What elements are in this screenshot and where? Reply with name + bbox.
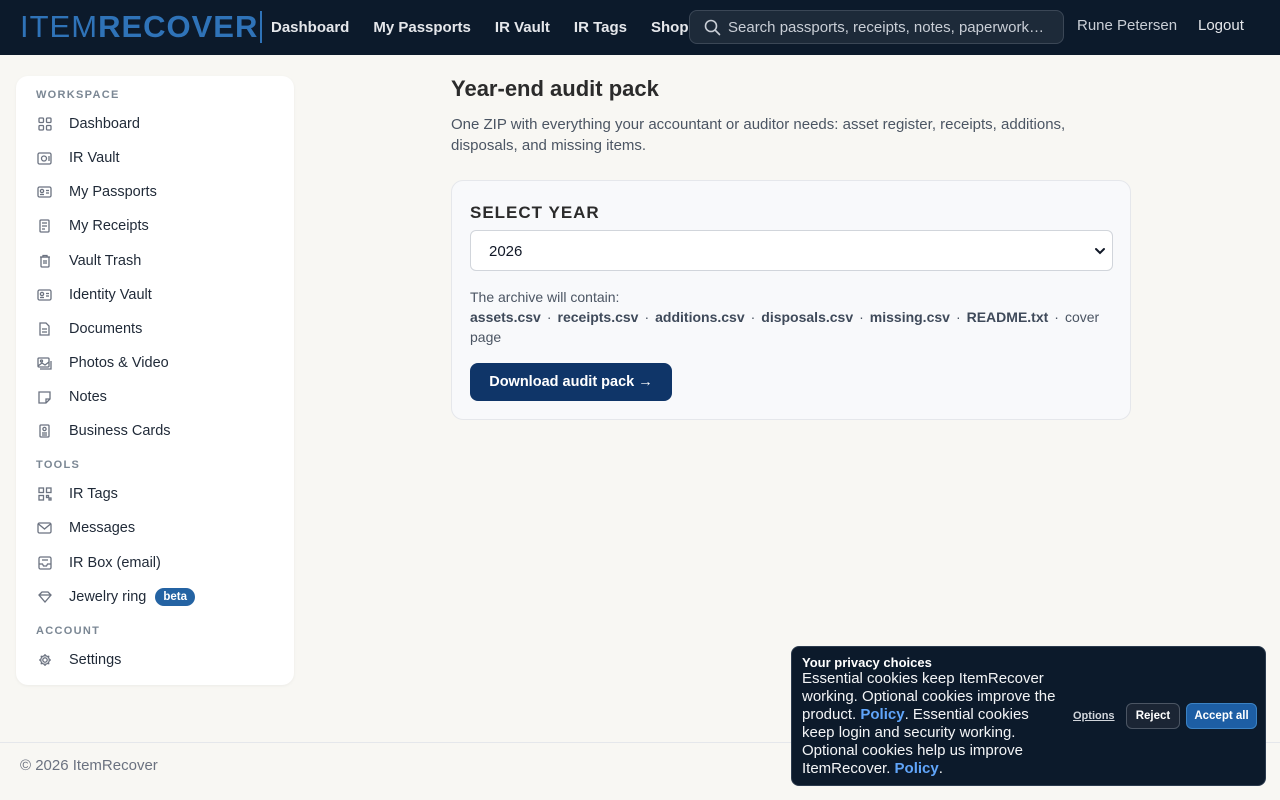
search-icon [704, 19, 721, 36]
file-name: assets.csv [470, 309, 541, 325]
trash-icon [36, 253, 53, 270]
logo-text-recover: RECOVER [98, 9, 259, 44]
sidebar-item-label: Identity Vault [69, 287, 152, 303]
cookie-banner: Your privacy choices Essential cookies k… [791, 646, 1266, 786]
diamond-icon [36, 589, 53, 606]
download-audit-pack-button[interactable]: Download audit pack → [470, 363, 672, 401]
section-label-account: ACCOUNT [36, 625, 101, 637]
sidebar-item-label: Settings [69, 652, 122, 668]
sidebar-item-my-passports[interactable]: My Passports [28, 177, 282, 207]
sidebar-item-label: IR Tags [69, 486, 118, 502]
logo-text-item: ITEM [20, 9, 99, 44]
sidebar-item-ir-tags[interactable]: IR Tags [28, 479, 282, 509]
sidebar-item-my-receipts[interactable]: My Receipts [28, 211, 282, 241]
photos-icon [36, 355, 53, 372]
file-name: missing.csv [869, 309, 950, 325]
cookie-title: Your privacy choices [802, 655, 932, 670]
page-title: Year-end audit pack [451, 76, 659, 101]
beta-badge: beta [155, 588, 196, 606]
gear-icon [36, 652, 53, 669]
footer-copyright: © 2026 ItemRecover [20, 757, 158, 774]
page-description: One ZIP with everything your accountant … [451, 116, 1066, 154]
sidebar-item-label: Business Cards [69, 423, 171, 439]
sidebar-item-label: Photos & Video [69, 355, 169, 371]
cookie-text: Essential cookies keep ItemRecover worki… [802, 670, 1058, 778]
mail-icon [36, 520, 53, 537]
nav-ir-vault[interactable]: IR Vault [495, 19, 550, 36]
sidebar-item-label: Notes [69, 389, 107, 405]
sidebar-item-label: IR Vault [69, 150, 120, 166]
nav-ir-tags[interactable]: IR Tags [574, 19, 627, 36]
audit-pack-card: SELECT YEAR 2026 The archive will contai… [451, 180, 1131, 420]
sidebar-item-label: Vault Trash [69, 253, 142, 269]
qr-icon [36, 486, 53, 503]
nav-dashboard[interactable]: Dashboard [271, 19, 349, 36]
archive-contents: The archive will contain: assets.csv · rec… [470, 287, 1110, 347]
note-icon [36, 389, 53, 406]
sidebar-item-settings[interactable]: Settings [28, 645, 282, 675]
receipt-icon [36, 218, 53, 235]
search-input[interactable] [728, 11, 1058, 43]
sidebar-item-label: Jewelry ring [69, 589, 147, 605]
sidebar-item-label: Messages [69, 520, 136, 536]
section-label-workspace: WORKSPACE [36, 89, 120, 101]
sidebar-item-dashboard[interactable]: Dashboard [28, 109, 282, 139]
sidebar-item-ir-vault[interactable]: IR Vault [28, 143, 282, 173]
chevron-down-icon [1094, 245, 1106, 257]
sidebar-item-photos-video[interactable]: Photos & Video [28, 348, 282, 378]
sidebar-item-vault-trash[interactable]: Vault Trash [28, 246, 282, 276]
global-search [689, 10, 1064, 44]
sidebar-item-identity-vault[interactable]: Identity Vault [28, 280, 282, 310]
document-icon [36, 321, 53, 338]
archive-contents-intro: The archive will contain: [470, 289, 620, 305]
inbox-icon [36, 555, 53, 572]
grid-icon [36, 116, 53, 133]
logout-link[interactable]: Logout [1198, 17, 1244, 34]
year-select[interactable]: 2026 [470, 230, 1113, 271]
select-year-label: SELECT YEAR [470, 203, 600, 222]
cookie-accept-all-button[interactable]: Accept all [1186, 703, 1257, 729]
sidebar-item-label: Dashboard [69, 116, 140, 132]
vault-icon [36, 150, 53, 167]
file-name: README.txt [966, 309, 1049, 325]
sidebar-item-messages[interactable]: Messages [28, 513, 282, 543]
sidebar-item-business-cards[interactable]: Business Cards [28, 416, 282, 446]
cookie-reject-button[interactable]: Reject [1126, 703, 1180, 729]
main-nav: Dashboard My Passports IR Vault IR Tags … [271, 0, 713, 55]
cookie-text-part: . [938, 760, 943, 777]
top-navbar: ITEM RECOVER Dashboard My Passports IR Va… [0, 0, 1280, 55]
sidebar-item-label: Documents [69, 321, 143, 337]
brand-logo[interactable]: ITEM RECOVER [20, 9, 263, 44]
sidebar-item-notes[interactable]: Notes [28, 382, 282, 412]
file-name: additions.csv [655, 309, 745, 325]
nav-shop[interactable]: Shop [651, 19, 689, 36]
cookie-options-link[interactable]: Options [1073, 710, 1115, 722]
id-card-icon [36, 184, 53, 201]
sidebar-item-jewelry-ring[interactable]: Jewelry ring beta [28, 582, 282, 612]
section-label-tools: TOOLS [36, 459, 81, 471]
selected-year-value: 2026 [489, 243, 523, 260]
sidebar-item-label: IR Box (email) [69, 555, 161, 571]
sidebar-item-ir-box[interactable]: IR Box (email) [28, 548, 282, 578]
user-name[interactable]: Rune Petersen [1077, 17, 1177, 34]
sidebar: WORKSPACE Dashboard IR Vault My Passport… [16, 76, 294, 685]
file-name: receipts.csv [557, 309, 639, 325]
file-name: disposals.csv [761, 309, 854, 325]
sidebar-item-label: My Passports [69, 184, 157, 200]
policy-link[interactable]: Policy [860, 706, 904, 723]
nav-my-passports[interactable]: My Passports [373, 19, 471, 36]
archive-file-list: assets.csv · receipts.csv · additions.csv · di… [470, 309, 1100, 345]
sidebar-item-documents[interactable]: Documents [28, 314, 282, 344]
policy-link[interactable]: Policy [895, 760, 939, 777]
id-card-icon [36, 287, 53, 304]
sidebar-item-label: My Receipts [69, 218, 149, 234]
business-card-icon [36, 423, 53, 440]
